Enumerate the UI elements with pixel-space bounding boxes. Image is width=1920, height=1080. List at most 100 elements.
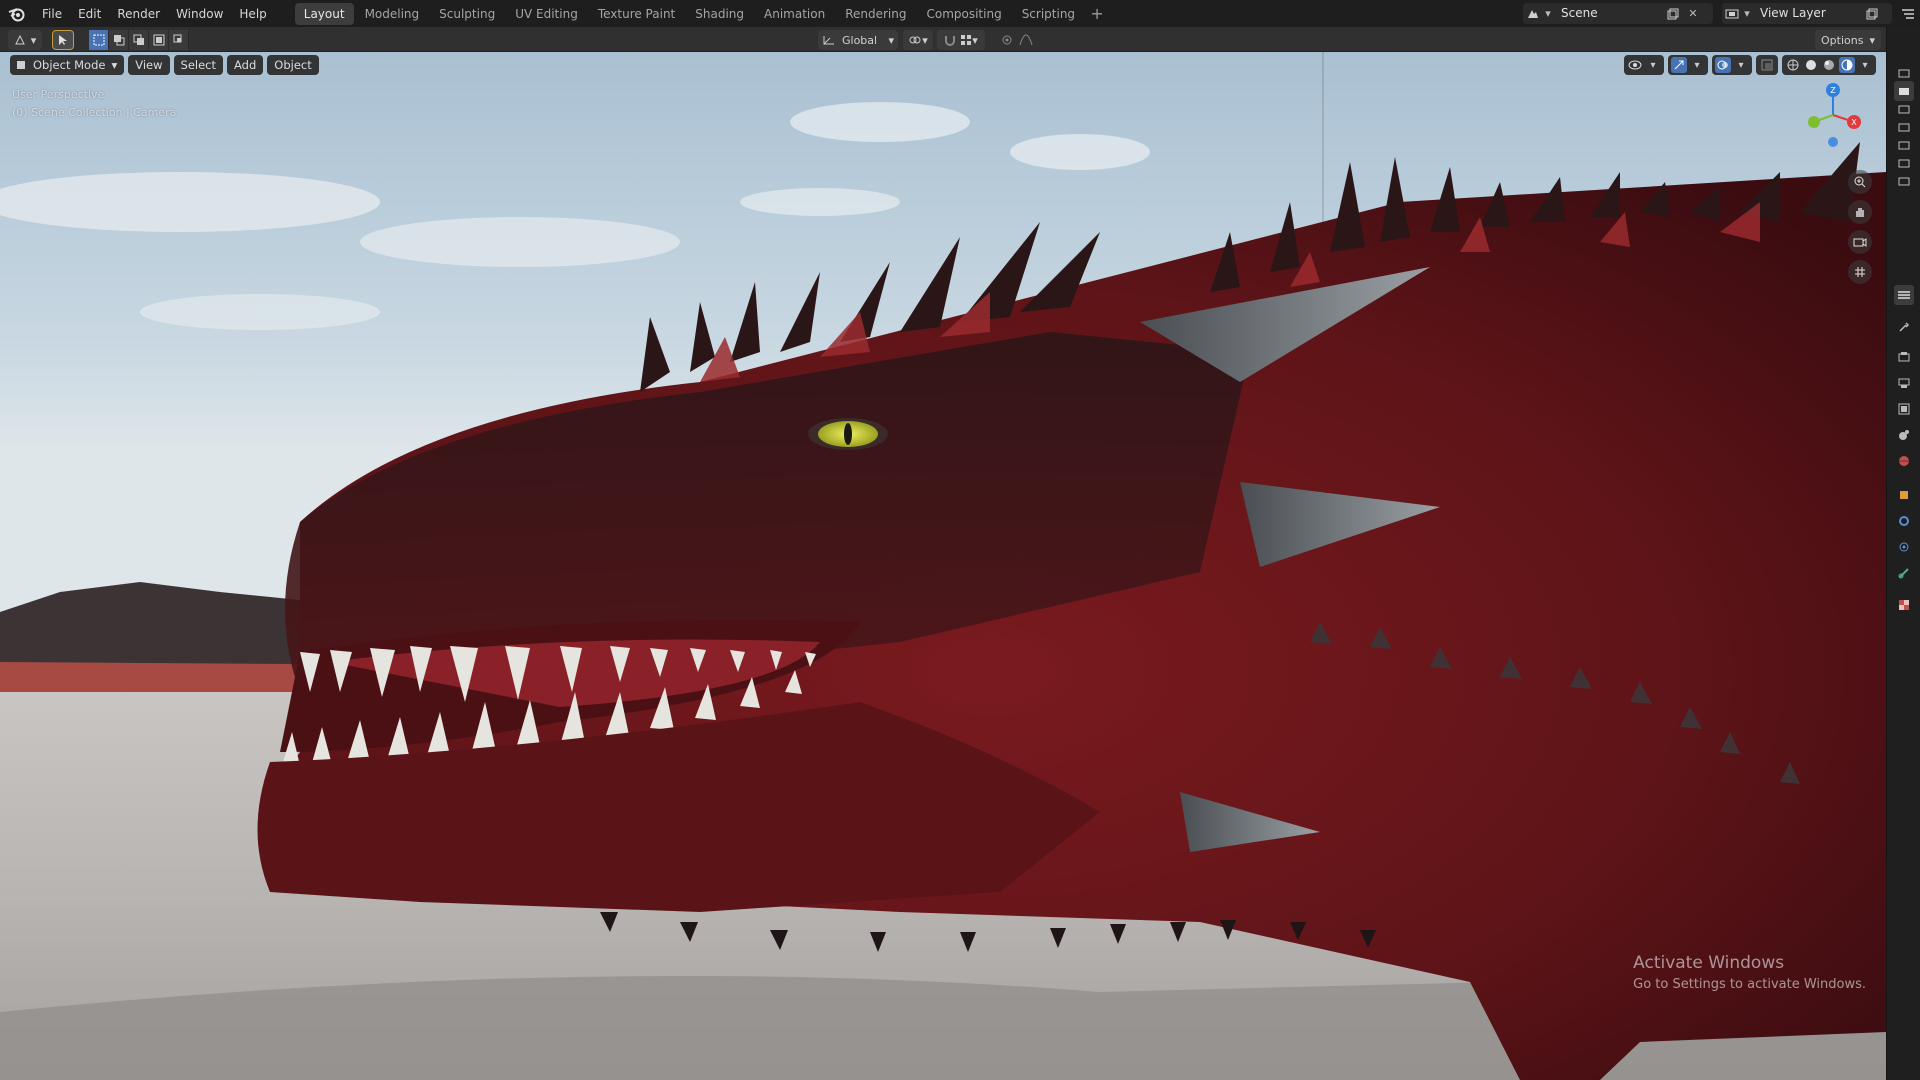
camera-icon[interactable] — [1894, 153, 1914, 173]
select-extend-icon[interactable] — [109, 30, 129, 50]
tab-layout[interactable]: Layout — [294, 2, 354, 25]
tab-compositing[interactable]: Compositing — [917, 3, 1010, 25]
select-menu[interactable]: Select — [173, 55, 224, 75]
select-invert-icon[interactable] — [149, 30, 169, 50]
output-properties-icon[interactable] — [1894, 373, 1914, 393]
tab-uv-editing[interactable]: UV Editing — [506, 3, 587, 25]
select-subtract-icon[interactable] — [129, 30, 149, 50]
tab-sculpting[interactable]: Sculpting — [430, 3, 504, 25]
selection-mode-group — [89, 30, 189, 50]
transform-orientation-dropdown[interactable]: Global ▾ — [818, 30, 898, 50]
object-mode-icon — [17, 61, 25, 69]
snapping-controls[interactable]: ▾ — [937, 30, 985, 50]
camera-icon[interactable] — [1894, 81, 1914, 101]
menu-help[interactable]: Help — [231, 3, 274, 25]
new-scene-icon[interactable] — [1663, 3, 1683, 24]
new-view-layer-icon[interactable] — [1862, 3, 1882, 24]
menu-file[interactable]: File — [34, 3, 70, 25]
physics-properties-icon[interactable] — [1894, 537, 1914, 557]
add-workspace-button[interactable]: + — [1086, 3, 1108, 25]
wireframe-shading-icon[interactable] — [1785, 57, 1801, 73]
chevron-down-icon: ▾ — [1545, 7, 1551, 20]
select-new-icon[interactable] — [89, 30, 109, 50]
scene-properties-icon[interactable] — [1894, 425, 1914, 445]
neg-z-axis-handle — [1828, 137, 1838, 147]
pivot-point-dropdown[interactable]: ▾ — [903, 30, 933, 50]
object-menu[interactable]: Object — [267, 55, 319, 75]
visibility-dropdown[interactable]: ▾ — [1624, 55, 1664, 75]
view-layer-name-field[interactable]: View Layer — [1752, 3, 1862, 24]
gizmo-icon — [1671, 57, 1687, 73]
orientation-icon — [823, 36, 834, 45]
select-tool-icon[interactable] — [52, 30, 74, 50]
watermark-title: Activate Windows — [1633, 953, 1785, 973]
object-mode-label: Object Mode — [33, 58, 106, 72]
menu-render[interactable]: Render — [109, 3, 168, 25]
options-dropdown[interactable]: Options ▾ — [1815, 30, 1881, 50]
properties-tab-strip — [1886, 27, 1920, 1080]
activate-windows-watermark: Activate Windows Go to Settings to activ… — [1633, 953, 1866, 992]
scene-name-field[interactable]: Scene — [1553, 3, 1663, 24]
view-layer-selector[interactable]: ▾ View Layer — [1722, 3, 1892, 24]
menu-window[interactable]: Window — [168, 3, 231, 25]
snap-grid-icon — [961, 35, 972, 45]
tab-scripting[interactable]: Scripting — [1013, 3, 1084, 25]
x-axis-label: X — [1851, 118, 1857, 127]
camera-icon[interactable] — [1894, 135, 1914, 155]
y-axis-handle — [1808, 116, 1820, 128]
delete-scene-icon[interactable]: ✕ — [1683, 3, 1703, 24]
render-properties-icon[interactable] — [1894, 347, 1914, 367]
shading-mode-group: ▾ — [1782, 55, 1876, 75]
viewport-display-tools: ▾ ▾ ▾ ▾ — [1624, 55, 1876, 75]
solid-shading-icon[interactable] — [1803, 57, 1819, 73]
gizmo-toggle[interactable]: ▾ — [1668, 55, 1708, 75]
camera-icon[interactable] — [1894, 99, 1914, 119]
grid-view-icon[interactable] — [1848, 260, 1872, 284]
editor-type-button[interactable]: ▾ — [8, 30, 42, 50]
overlays-icon — [1715, 57, 1731, 73]
workspace-tabs: Layout Modeling Sculpting UV Editing Tex… — [294, 2, 1108, 25]
menu-edit[interactable]: Edit — [70, 3, 109, 25]
tab-texture-paint[interactable]: Texture Paint — [589, 3, 684, 25]
tab-shading[interactable]: Shading — [686, 3, 753, 25]
texture-properties-icon[interactable] — [1894, 595, 1914, 615]
scene-selector[interactable]: ▾ Scene ✕ — [1523, 3, 1713, 24]
active-collection-label: (0) Scene Collection | Camera — [12, 106, 177, 119]
overlays-toggle[interactable]: ▾ — [1712, 55, 1752, 75]
proportional-editing[interactable] — [996, 30, 1038, 50]
camera-icon[interactable] — [1894, 63, 1914, 83]
proportional-icon — [1002, 35, 1012, 45]
select-intersect-icon[interactable] — [169, 30, 189, 50]
pivot-icon — [909, 36, 921, 44]
rendered-shading-icon[interactable] — [1839, 57, 1855, 73]
navigation-gizmo[interactable]: Z X — [1798, 80, 1868, 150]
modifier-properties-icon[interactable] — [1894, 511, 1914, 531]
world-properties-icon[interactable] — [1894, 451, 1914, 471]
properties-editor-icon[interactable] — [1894, 285, 1914, 305]
object-properties-icon[interactable] — [1894, 485, 1914, 505]
tab-animation[interactable]: Animation — [755, 3, 834, 25]
magnet-icon — [945, 36, 956, 46]
object-mode-dropdown[interactable]: Object Mode ▾ — [10, 55, 125, 75]
3d-viewport[interactable]: Object Mode ▾ View Select Add Object Use… — [0, 52, 1886, 1080]
view-menu[interactable]: View — [128, 55, 170, 75]
pan-hand-icon[interactable] — [1848, 200, 1872, 224]
view-layer-properties-icon[interactable] — [1894, 399, 1914, 419]
chevron-down-icon[interactable]: ▾ — [1857, 57, 1873, 73]
viewport-render — [0, 52, 1886, 1080]
zoom-icon[interactable] — [1848, 170, 1872, 194]
options-label: Options — [1821, 33, 1864, 47]
outliner-toggle-icon[interactable] — [1898, 3, 1918, 24]
material-shading-icon[interactable] — [1821, 57, 1837, 73]
tab-modeling[interactable]: Modeling — [356, 3, 429, 25]
camera-view-icon[interactable] — [1848, 230, 1872, 254]
add-menu[interactable]: Add — [227, 55, 264, 75]
xray-toggle[interactable] — [1756, 55, 1778, 75]
tool-settings-icon[interactable] — [1894, 317, 1914, 337]
camera-icon[interactable] — [1894, 117, 1914, 137]
blender-logo-icon[interactable] — [0, 0, 34, 27]
eye-icon — [1627, 57, 1643, 73]
camera-icon[interactable] — [1894, 171, 1914, 191]
tab-rendering[interactable]: Rendering — [836, 3, 915, 25]
constraint-properties-icon[interactable] — [1894, 563, 1914, 583]
